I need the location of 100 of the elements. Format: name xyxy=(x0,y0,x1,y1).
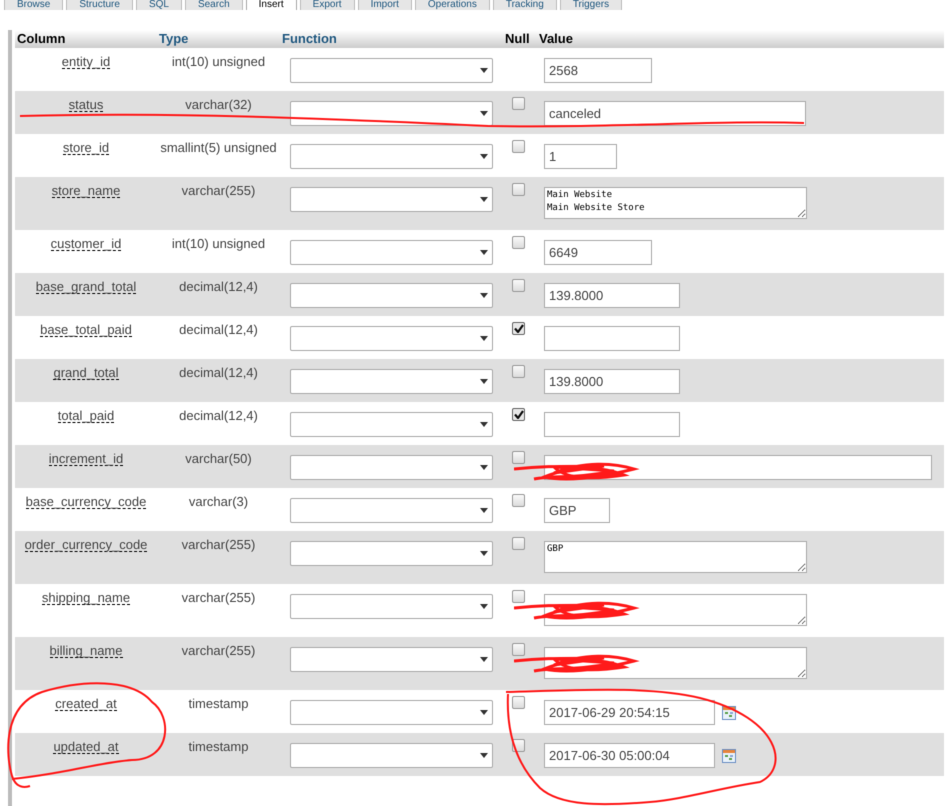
tab[interactable]: Insert xyxy=(246,0,297,10)
caret-icon xyxy=(480,197,488,202)
column-type: decimal(12,4) xyxy=(179,321,258,339)
tab[interactable]: Triggers xyxy=(560,0,622,10)
function-select[interactable] xyxy=(290,412,493,437)
datetime-field[interactable]: 2017-06-29 20:54:15 xyxy=(544,700,715,725)
function-select[interactable] xyxy=(290,58,493,83)
tab[interactable]: SQL xyxy=(136,0,182,10)
tab[interactable]: Import xyxy=(358,0,412,10)
column-header: Type xyxy=(158,30,190,48)
column-name: total_paid xyxy=(58,406,114,423)
caret-icon xyxy=(480,604,488,609)
tab[interactable]: Tracking xyxy=(492,0,557,10)
caret-icon xyxy=(480,68,488,73)
value-field[interactable]: GBP xyxy=(544,498,610,523)
function-select[interactable] xyxy=(290,541,493,566)
column-name: store_name xyxy=(52,181,120,198)
null-checkbox[interactable] xyxy=(512,408,525,421)
value-field[interactable]: 1 xyxy=(544,144,617,169)
function-select[interactable] xyxy=(290,144,493,169)
function-select[interactable] xyxy=(290,369,493,394)
column-type: varchar(255) xyxy=(182,536,256,554)
null-checkbox[interactable] xyxy=(512,322,525,335)
null-checkbox[interactable] xyxy=(512,494,525,507)
null-checkbox[interactable] xyxy=(512,236,525,249)
column-name: updated_at xyxy=(53,737,119,754)
function-select[interactable] xyxy=(290,498,493,523)
column-type: varchar(255) xyxy=(182,182,256,200)
column-type: varchar(50) xyxy=(185,450,252,468)
null-checkbox[interactable] xyxy=(512,451,525,464)
function-select[interactable] xyxy=(290,101,493,126)
function-select[interactable] xyxy=(290,455,493,480)
column-type: decimal(12,4) xyxy=(179,278,258,296)
null-checkbox[interactable] xyxy=(512,643,525,656)
null-checkbox[interactable] xyxy=(512,696,525,709)
null-checkbox[interactable] xyxy=(512,140,525,153)
value-field[interactable]: 139.8000 xyxy=(544,369,680,394)
function-select[interactable] xyxy=(290,187,493,212)
caret-icon xyxy=(480,111,488,116)
caret-icon xyxy=(480,753,488,758)
column-type: int(10) unsigned xyxy=(172,235,266,253)
column-name: customer_id xyxy=(50,234,122,251)
function-select[interactable] xyxy=(290,326,493,351)
column-type: decimal(12,4) xyxy=(179,364,258,382)
caret-icon xyxy=(480,710,488,715)
column-type: decimal(12,4) xyxy=(179,407,258,425)
column-name: order_currency_code xyxy=(24,535,148,552)
value-field[interactable] xyxy=(544,326,680,351)
value-field[interactable]: 6649 xyxy=(544,240,652,265)
column-name: shipping_name xyxy=(42,588,130,605)
value-textarea[interactable]: Main Website Main Website Store xyxy=(544,187,807,219)
value-field[interactable]: 2568 xyxy=(544,58,652,83)
column-name: store_id xyxy=(62,138,110,155)
function-select[interactable] xyxy=(290,700,493,725)
caret-icon xyxy=(480,657,488,662)
null-checkbox[interactable] xyxy=(512,97,525,110)
column-header: Function xyxy=(281,30,338,48)
function-select[interactable] xyxy=(290,647,493,672)
column-name: billing_name xyxy=(50,641,122,658)
tab[interactable]: Structure xyxy=(66,0,133,10)
tab[interactable]: Search xyxy=(184,0,243,10)
datetime-field[interactable]: 2017-06-30 05:00:04 xyxy=(544,743,715,768)
caret-icon xyxy=(480,551,488,556)
null-checkbox[interactable] xyxy=(512,537,525,550)
column-type: timestamp xyxy=(188,695,248,713)
null-checkbox[interactable] xyxy=(512,279,525,292)
tab[interactable]: Export xyxy=(300,0,355,10)
column-type: timestamp xyxy=(188,738,248,756)
value-textarea[interactable]: GBP xyxy=(544,541,807,573)
column-name: base_currency_code xyxy=(26,492,146,509)
value-field[interactable] xyxy=(544,412,680,437)
column-name: base_grand_total xyxy=(36,277,136,294)
tab[interactable]: Operations xyxy=(414,0,490,10)
column-name: created_at xyxy=(55,694,117,711)
column-header: Value xyxy=(538,30,574,48)
column-header: Null xyxy=(504,30,531,48)
function-select[interactable] xyxy=(290,283,493,308)
null-checkbox[interactable] xyxy=(512,365,525,378)
function-select[interactable] xyxy=(290,240,493,265)
column-name: base_total_paid xyxy=(40,320,132,337)
null-checkbox[interactable] xyxy=(512,183,525,196)
column-name: increment_id xyxy=(48,449,124,466)
caret-icon xyxy=(480,154,488,159)
calendar-icon[interactable] xyxy=(722,748,736,762)
function-select[interactable] xyxy=(290,594,493,619)
column-name: status xyxy=(68,95,104,112)
caret-icon xyxy=(480,250,488,255)
value-field[interactable]: 139.8000 xyxy=(544,283,680,308)
caret-icon xyxy=(480,422,488,427)
caret-icon xyxy=(480,465,488,470)
column-type: varchar(32) xyxy=(185,96,252,114)
column-type: int(10) unsigned xyxy=(172,53,266,71)
function-select[interactable] xyxy=(290,743,493,768)
column-type: smallint(5) unsigned xyxy=(160,139,277,157)
column-type: varchar(255) xyxy=(182,642,256,660)
caret-icon xyxy=(480,336,488,341)
value-field[interactable]: canceled xyxy=(544,101,806,126)
tab[interactable]: Browse xyxy=(4,0,64,10)
column-name: grand_total xyxy=(53,363,119,380)
null-checkbox[interactable] xyxy=(512,590,525,603)
